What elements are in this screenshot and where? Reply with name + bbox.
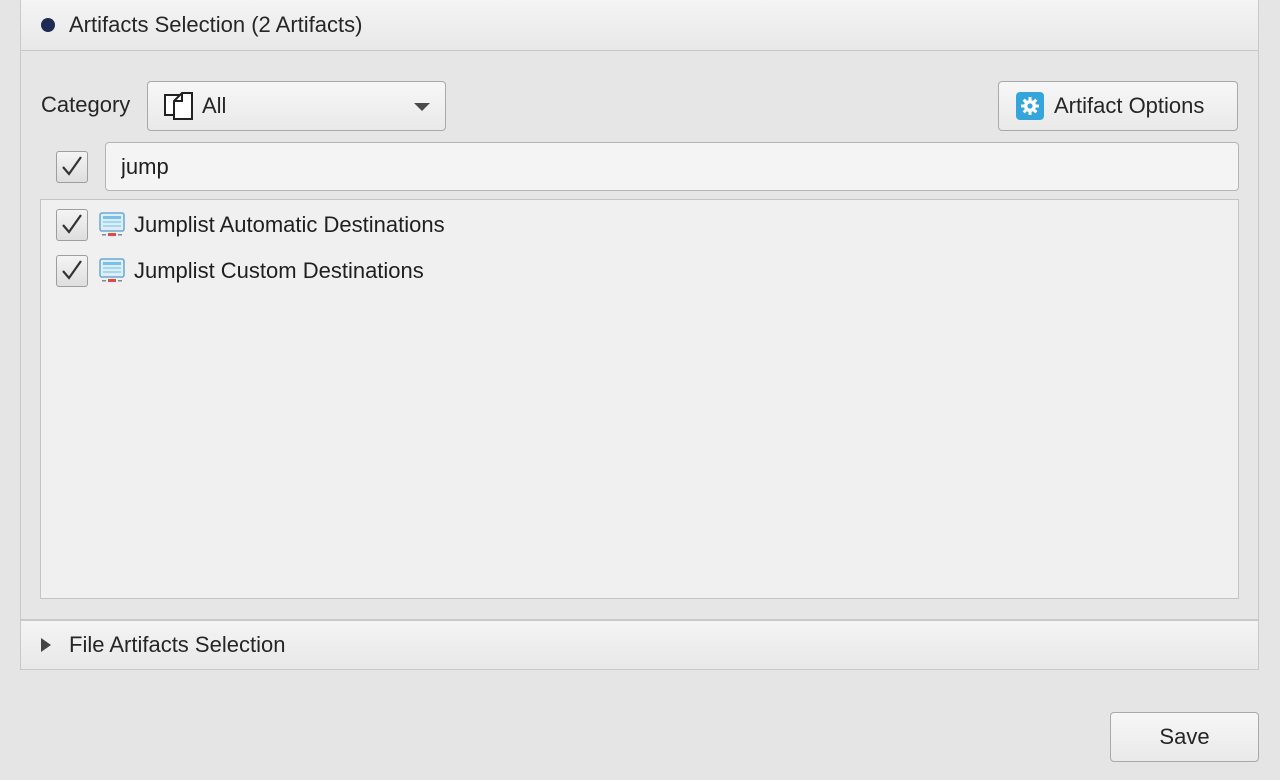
artifacts-list: Jumplist Automatic Destinations Jumplist… <box>40 199 1239 599</box>
list-item[interactable]: Jumplist Custom Destinations <box>56 254 424 288</box>
bullet-icon <box>41 18 55 32</box>
category-label: Category <box>41 92 131 117</box>
artifact-checkbox[interactable] <box>56 209 88 241</box>
artifacts-selection-header[interactable]: Artifacts Selection (2 Artifacts) <box>21 0 1258 51</box>
computer-icon <box>99 258 125 282</box>
documents-icon <box>164 92 193 120</box>
artifact-options-button[interactable]: Artifact Options <box>998 81 1238 131</box>
filter-checkbox[interactable] <box>56 151 88 183</box>
artifacts-selection-title: Artifacts Selection (2 Artifacts) <box>69 12 363 37</box>
checkmark-icon <box>62 156 82 176</box>
category-dropdown[interactable]: All <box>147 81 446 131</box>
save-button[interactable]: Save <box>1110 712 1259 762</box>
filter-input[interactable] <box>105 142 1239 191</box>
category-selected-value: All <box>202 93 227 118</box>
checkmark-icon <box>62 260 82 280</box>
file-artifacts-selection-header[interactable]: File Artifacts Selection <box>20 620 1259 670</box>
artifacts-selection-panel: Artifacts Selection (2 Artifacts) Catego… <box>20 0 1259 620</box>
chevron-down-icon <box>414 103 430 111</box>
artifact-checkbox[interactable] <box>56 255 88 287</box>
artifact-label: Jumplist Automatic Destinations <box>134 212 445 237</box>
file-artifacts-selection-title: File Artifacts Selection <box>69 632 286 657</box>
artifact-options-label: Artifact Options <box>1054 93 1205 118</box>
computer-icon <box>99 212 125 236</box>
artifact-label: Jumplist Custom Destinations <box>134 258 424 283</box>
list-item[interactable]: Jumplist Automatic Destinations <box>56 208 445 242</box>
expand-arrow-icon <box>41 638 51 652</box>
gear-icon <box>1016 92 1044 120</box>
checkmark-icon <box>62 214 82 234</box>
